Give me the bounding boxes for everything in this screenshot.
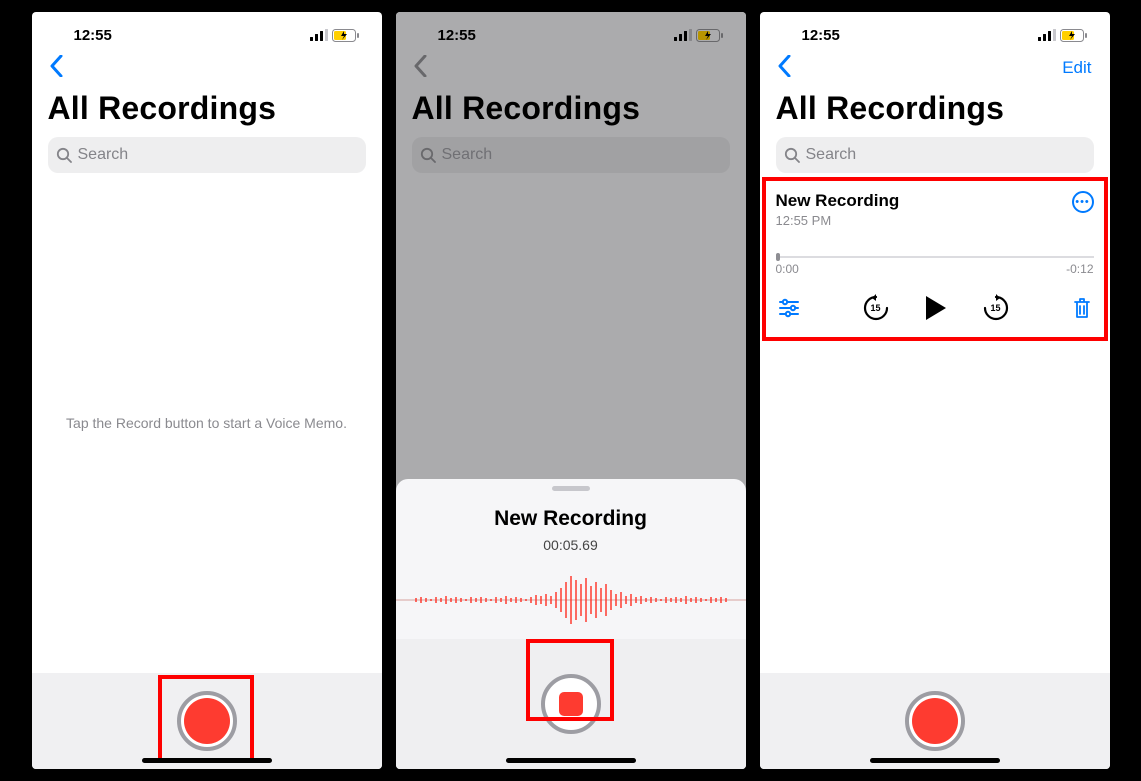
home-indicator[interactable] (506, 758, 636, 763)
cellular-icon (674, 29, 692, 41)
nav-bar: Edit (760, 48, 1110, 88)
record-tray (760, 673, 1110, 769)
recording-title: New Recording (494, 507, 647, 531)
battery-icon (1060, 29, 1088, 42)
delete-button[interactable] (1072, 297, 1092, 324)
chevron-left-icon (414, 55, 427, 77)
search-icon (420, 147, 436, 163)
clock: 12:55 (802, 27, 840, 44)
options-button[interactable] (778, 298, 800, 323)
cellular-icon (1038, 29, 1056, 41)
recording-sheet[interactable]: New Recording 00:05.69 (396, 479, 746, 769)
cellular-icon (310, 29, 328, 41)
trash-icon (1072, 297, 1092, 319)
search-field: Search (412, 137, 730, 173)
back-button (408, 53, 433, 84)
waveform-icon (396, 572, 746, 628)
search-placeholder: Search (442, 146, 493, 164)
waveform (396, 571, 746, 629)
screen-3-list: 12:55 Edit All Recordings Search New Rec… (760, 12, 1110, 769)
sliders-icon (778, 298, 800, 318)
search-placeholder: Search (78, 146, 129, 164)
chevron-left-icon (50, 55, 63, 77)
clock: 12:55 (74, 27, 112, 44)
page-title: All Recordings (32, 88, 382, 137)
record-icon (184, 698, 230, 744)
status-icons (1038, 29, 1088, 42)
recording-item[interactable]: New Recording 12:55 PM ••• 0:00 -0:12 (766, 183, 1104, 337)
search-icon (56, 147, 72, 163)
time-remaining: -0:12 (1066, 262, 1093, 276)
home-indicator[interactable] (142, 758, 272, 763)
nav-bar (32, 48, 382, 88)
record-button[interactable] (177, 691, 237, 751)
scrubber-knob[interactable] (776, 253, 780, 261)
status-bar: 12:55 (32, 12, 382, 48)
battery-icon (696, 29, 724, 42)
empty-state-hint: Tap the Record button to start a Voice M… (32, 173, 382, 673)
time-elapsed: 0:00 (776, 262, 799, 276)
skip-fwd-amount: 15 (982, 294, 1010, 323)
page-title: All Recordings (396, 88, 746, 137)
search-field[interactable]: Search (48, 137, 366, 173)
screen-1-empty: 12:55 All Recordings Search Tap the Reco… (32, 12, 382, 769)
home-indicator[interactable] (870, 758, 1000, 763)
ellipsis-icon: ••• (1075, 196, 1090, 208)
chevron-left-icon (778, 55, 791, 77)
screen-2-recording: 12:55 All Recordings Search New Recordin… (396, 12, 746, 769)
stop-icon (559, 692, 583, 716)
search-icon (784, 147, 800, 163)
search-placeholder: Search (806, 146, 857, 164)
back-button[interactable] (772, 53, 797, 84)
recording-timestamp: 12:55 PM (776, 213, 900, 228)
status-bar: 12:55 (760, 12, 1110, 48)
sheet-grabber[interactable] (552, 486, 590, 491)
scrubber[interactable] (776, 256, 1094, 258)
status-bar: 12:55 (396, 12, 746, 48)
more-button[interactable]: ••• (1072, 191, 1094, 213)
skip-forward-button[interactable]: 15 (982, 294, 1010, 327)
skip-back-amount: 15 (862, 294, 890, 323)
page-title: All Recordings (760, 88, 1110, 137)
nav-bar (396, 48, 746, 88)
status-icons (674, 29, 724, 42)
clock: 12:55 (438, 27, 476, 44)
stop-tray (396, 639, 746, 769)
battery-icon (332, 29, 360, 42)
stop-button[interactable] (541, 674, 601, 734)
play-button[interactable] (924, 295, 948, 326)
record-icon (912, 698, 958, 744)
elapsed-time: 00:05.69 (543, 537, 598, 553)
back-button[interactable] (44, 53, 69, 84)
play-icon (924, 295, 948, 321)
recording-title: New Recording (776, 191, 900, 211)
edit-button[interactable]: Edit (1062, 58, 1097, 78)
record-button[interactable] (905, 691, 965, 751)
search-field[interactable]: Search (776, 137, 1094, 173)
status-icons (310, 29, 360, 42)
record-tray (32, 673, 382, 769)
time-labels: 0:00 -0:12 (776, 262, 1094, 276)
skip-back-button[interactable]: 15 (862, 294, 890, 327)
